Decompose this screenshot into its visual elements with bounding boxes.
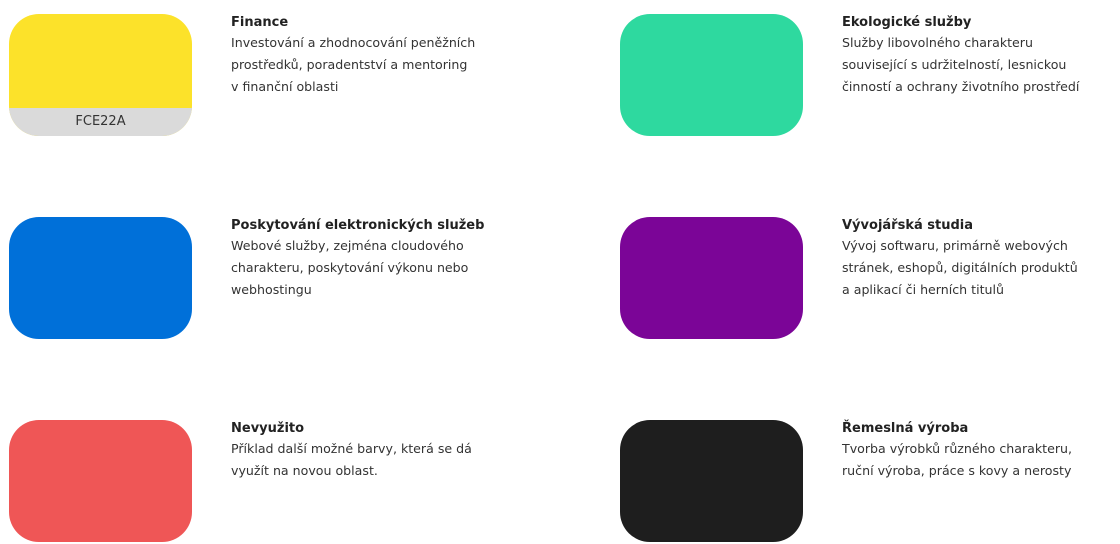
color-title: Nevyužito [231, 421, 305, 436]
description-line: Tvorba výrobků různého charakteru, [842, 441, 1072, 456]
color-swatch-vyvojarska-studia [620, 217, 803, 339]
color-title: Ekologické služby [842, 15, 972, 30]
description-line: stránek, eshopů, digitálních produktů [842, 260, 1078, 275]
color-text-ekologicke-sluzby: Ekologické služby Služby libovolného cha… [842, 14, 1120, 98]
color-description: Investování a zhodnocování peněžních pro… [231, 32, 531, 98]
color-swatch-finance: FCE22A [9, 14, 192, 136]
description-line: Příklad další možné barvy, která se dá [231, 441, 472, 456]
color-text-elektronicke-sluzby: Poskytování elektronických služeb Webové… [231, 217, 531, 301]
color-title: Řemeslná výroba [842, 421, 969, 436]
description-line: Webové služby, zejména cloudového [231, 238, 464, 253]
color-text-vyvojarska-studia: Vývojářská studia Vývoj softwaru, primár… [842, 217, 1120, 301]
color-item-elektronicke-sluzby: Poskytování elektronických služeb Webové… [9, 217, 519, 341]
description-line: a aplikací či herních titulů [842, 282, 1004, 297]
color-description: Webové služby, zejména cloudového charak… [231, 235, 531, 301]
color-title: Vývojářská studia [842, 218, 974, 233]
color-description: Služby libovolného charakteru souvisejíc… [842, 32, 1120, 98]
description-line: Investování a zhodnocování peněžních [231, 35, 476, 50]
color-description: Tvorba výrobků různého charakteru, ruční… [842, 438, 1120, 482]
description-line: webhostingu [231, 282, 312, 297]
color-title: Poskytování elektronických služeb [231, 218, 485, 233]
description-line: prostředků, poradentství a mentoring [231, 57, 468, 72]
color-item-remeslna-vyroba: Řemeslná výroba Tvorba výrobků různého c… [620, 420, 1120, 544]
description-line: využít na novou oblast. [231, 463, 378, 478]
description-line: v finanční oblasti [231, 79, 339, 94]
color-swatch-remeslna-vyroba [620, 420, 803, 542]
color-text-finance: Finance Investování a zhodnocování peněž… [231, 14, 531, 98]
color-text-nevyuzito: Nevyužito Příklad další možné barvy, kte… [231, 420, 531, 482]
color-text-remeslna-vyroba: Řemeslná výroba Tvorba výrobků různého c… [842, 420, 1120, 482]
color-code-label: FCE22A [9, 108, 192, 136]
color-description: Příklad další možné barvy, která se dá v… [231, 438, 531, 482]
color-item-finance: FCE22A Finance Investování a zhodnocován… [9, 14, 519, 138]
color-title: Finance [231, 15, 289, 30]
color-item-nevyuzito: Nevyužito Příklad další možné barvy, kte… [9, 420, 519, 544]
color-description: Vývoj softwaru, primárně webových stráne… [842, 235, 1120, 301]
color-item-ekologicke-sluzby: Ekologické služby Služby libovolného cha… [620, 14, 1120, 138]
description-line: ruční výroba, práce s kovy a nerosty [842, 463, 1072, 478]
color-swatch-elektronicke-sluzby [9, 217, 192, 339]
description-line: činností a ochrany životního prostředí [842, 79, 1080, 94]
description-line: Služby libovolného charakteru [842, 35, 1033, 50]
color-swatch-nevyuzito [9, 420, 192, 542]
description-line: charakteru, poskytování výkonu nebo [231, 260, 469, 275]
description-line: Vývoj softwaru, primárně webových [842, 238, 1068, 253]
color-item-vyvojarska-studia: Vývojářská studia Vývoj softwaru, primár… [620, 217, 1120, 341]
color-swatch-ekologicke-sluzby [620, 14, 803, 136]
description-line: související s udržitelností, lesnickou [842, 57, 1067, 72]
